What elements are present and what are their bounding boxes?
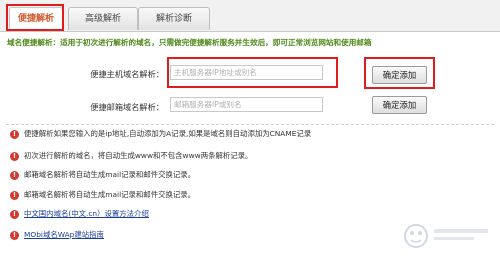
note-item: ! 初次进行解析的域名，将自动生成www和不包含www两条解析记录。 — [10, 150, 252, 162]
tab-quick-resolve[interactable]: 便捷解析 — [9, 7, 63, 31]
mail-resolve-label: 便捷邮箱域名解析： — [90, 102, 164, 112]
exclamation-circle-icon: ! — [10, 129, 19, 139]
host-ip-input[interactable] — [170, 65, 323, 80]
note-item: ! 邮箱域名解析将自动生成mail记录和邮件交换记录。 — [10, 169, 195, 181]
intro-text: 域名便捷解析：适用于初次进行解析的域名，只需做完便捷解析服务并生效后，即可正常浏… — [7, 38, 372, 47]
host-add-button[interactable]: 确定添加 — [372, 66, 427, 84]
host-resolve-label: 便捷主机域名解析： — [90, 69, 164, 79]
exclamation-circle-icon: ! — [10, 209, 19, 219]
exclamation-circle-icon: ! — [10, 151, 19, 161]
exclamation-circle-icon: ! — [10, 230, 19, 240]
notes-divider — [6, 124, 494, 125]
tab-bar: 便捷解析 高级解析 解析诊断 — [0, 0, 500, 32]
link-item: ! MObi域名WAp建站指南 — [10, 229, 104, 241]
mobi-wap-guide-link[interactable]: MObi域名WAp建站指南 — [24, 230, 104, 239]
note-item: ! 邮箱域名解析将自动生成mail记录和邮件交换记录。 — [10, 189, 195, 201]
watermark-logo — [404, 224, 488, 248]
exclamation-circle-icon: ! — [10, 190, 19, 200]
link-item: ! 中文国内域名(中文.cn）设置方法介绍 — [10, 208, 149, 220]
chinese-domain-guide-link[interactable]: 中文国内域名(中文.cn）设置方法介绍 — [24, 209, 149, 218]
exclamation-circle-icon: ! — [10, 170, 19, 180]
mail-add-button[interactable]: 确定添加 — [372, 96, 427, 114]
tab-advanced-resolve[interactable]: 高级解析 — [68, 7, 138, 30]
note-item: ! 便捷解析如果您输入的是ip地址,自动添加为A记录,如果是域名则自动添加为CNA… — [10, 128, 311, 140]
mail-ip-input[interactable] — [170, 97, 323, 112]
tab-resolve-diagnosis[interactable]: 解析诊断 — [138, 7, 210, 30]
